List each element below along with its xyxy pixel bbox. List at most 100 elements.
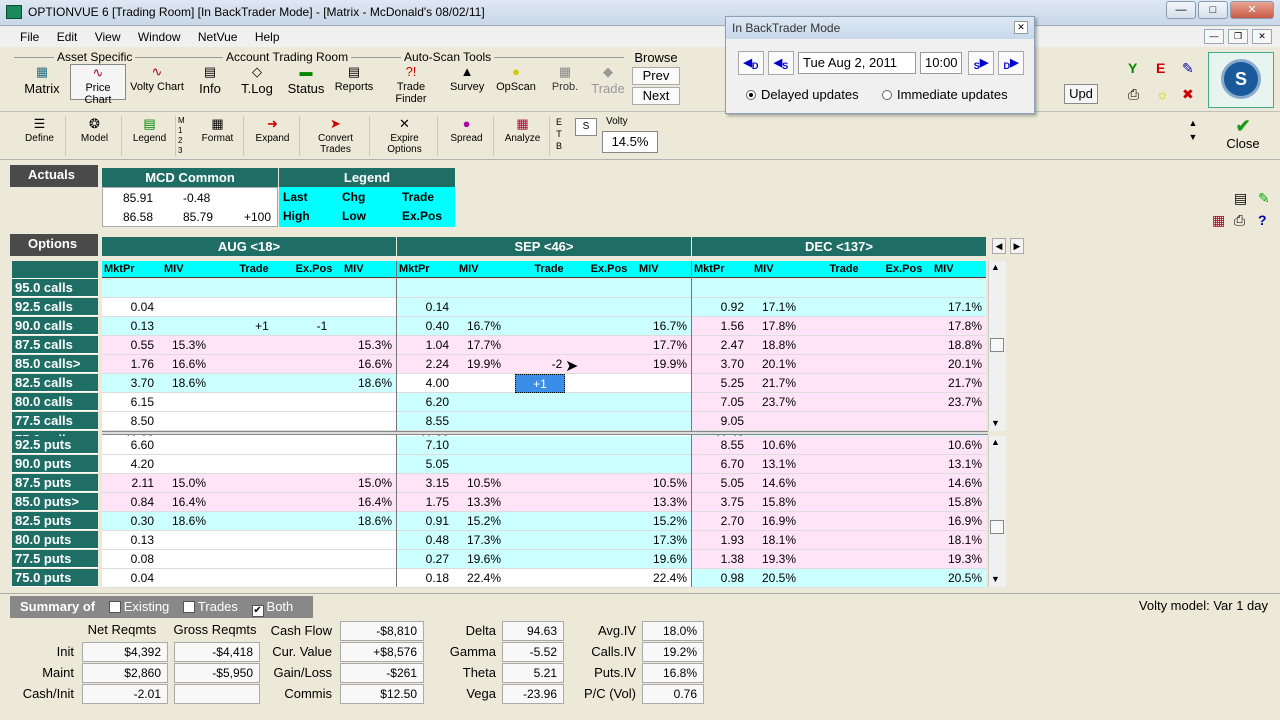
volty-chart-button[interactable]: ∿ Volty Chart <box>129 64 185 100</box>
month-header-aug[interactable]: AUG <18> <box>102 237 396 256</box>
table-cell[interactable] <box>334 412 392 431</box>
existing-checkbox[interactable]: Existing <box>108 599 169 614</box>
table-cell[interactable] <box>172 393 222 412</box>
spread-button[interactable]: ● Spread <box>440 116 494 156</box>
define-button[interactable]: ☰ Define <box>14 116 66 156</box>
table-cell[interactable]: 16.4% <box>172 493 222 512</box>
table-cell[interactable] <box>334 531 392 550</box>
table-cell[interactable]: 18.6% <box>334 374 392 393</box>
table-cell[interactable]: 1.56 <box>692 317 744 336</box>
table-cell[interactable]: 0.18 <box>397 569 449 588</box>
table-cell[interactable]: 10.5% <box>467 474 517 493</box>
table-cell[interactable]: 3.75 <box>692 493 744 512</box>
matrix-button[interactable]: ▦ Matrix <box>20 64 64 100</box>
strike-label[interactable]: 77.5 calls <box>12 412 98 430</box>
table-cell[interactable] <box>527 336 587 355</box>
table-cell[interactable]: 3.15 <box>397 474 449 493</box>
table-cell[interactable] <box>232 298 292 317</box>
table-cell[interactable]: 0.84 <box>102 493 154 512</box>
table-cell[interactable] <box>334 569 392 588</box>
table-cell[interactable] <box>629 393 687 412</box>
backtrader-close-button[interactable]: ✕ <box>1014 21 1028 34</box>
table-cell[interactable] <box>822 317 882 336</box>
table-cell[interactable]: 19.6% <box>629 550 687 569</box>
table-cell[interactable] <box>467 412 517 431</box>
strike-label[interactable]: 80.0 puts <box>12 531 98 549</box>
table-cell[interactable]: 6.20 <box>397 393 449 412</box>
menu-netvue[interactable]: NetVue <box>191 27 245 47</box>
table-cell[interactable]: 6.15 <box>102 393 154 412</box>
mdi-restore-button[interactable]: ❐ <box>1228 29 1248 44</box>
help-icon[interactable]: ? <box>1258 212 1267 228</box>
menu-file[interactable]: File <box>0 27 46 47</box>
table-cell[interactable] <box>629 412 687 431</box>
table-cell[interactable] <box>334 436 392 455</box>
prev-button[interactable]: Prev <box>632 67 680 85</box>
mdi-minimize-button[interactable]: — <box>1204 29 1224 44</box>
month-header-dec[interactable]: DEC <137> <box>692 237 986 256</box>
table-cell[interactable] <box>232 374 292 393</box>
puts-scrollbar[interactable] <box>988 436 1006 587</box>
table-cell[interactable]: 17.3% <box>467 531 517 550</box>
table-cell[interactable]: 15.0% <box>334 474 392 493</box>
edit-icon[interactable]: ✎ <box>1182 60 1198 76</box>
close-button[interactable]: ✔ Close <box>1210 116 1276 158</box>
spin-control[interactable]: ▲ ▼ <box>1184 116 1202 156</box>
table-cell[interactable] <box>172 569 222 588</box>
table-cell[interactable] <box>527 298 587 317</box>
table-cell[interactable]: 16.6% <box>334 355 392 374</box>
table-cell[interactable]: 0.13 <box>102 531 154 550</box>
table-cell[interactable]: 5.05 <box>397 455 449 474</box>
close-window-button[interactable]: ✕ <box>1230 1 1274 19</box>
table-cell[interactable]: 0.04 <box>102 569 154 588</box>
strike-label[interactable]: 92.5 calls <box>12 298 98 316</box>
table-cell[interactable]: 7.10 <box>397 436 449 455</box>
table-cell[interactable]: 1.76 <box>102 355 154 374</box>
table-cell[interactable]: 16.7% <box>467 317 517 336</box>
upd-button[interactable]: Upd <box>1064 84 1098 104</box>
table-cell[interactable] <box>232 412 292 431</box>
table-cell[interactable]: 0.13 <box>102 317 154 336</box>
table-cell[interactable]: 20.5% <box>924 569 982 588</box>
column-header[interactable]: Ex.Pos <box>874 261 934 278</box>
column-header[interactable]: Ex.Pos <box>579 261 639 278</box>
table-cell[interactable]: 18.8% <box>924 336 982 355</box>
table-cell[interactable] <box>822 355 882 374</box>
table-cell[interactable] <box>527 493 587 512</box>
table-cell[interactable] <box>232 279 292 298</box>
menu-edit[interactable]: Edit <box>50 27 85 47</box>
table-cell[interactable] <box>822 531 882 550</box>
table-cell[interactable]: 7.05 <box>692 393 744 412</box>
table-cell[interactable]: 20.5% <box>762 569 812 588</box>
table-cell[interactable]: 17.7% <box>467 336 517 355</box>
table-cell[interactable] <box>822 550 882 569</box>
info-button[interactable]: ▤ Info <box>192 64 228 100</box>
step-forward-button[interactable]: S▶ <box>968 51 994 75</box>
menu-help[interactable]: Help <box>248 27 287 47</box>
table-cell[interactable] <box>629 436 687 455</box>
table-cell[interactable] <box>334 279 392 298</box>
column-header[interactable]: MktPr <box>694 261 754 278</box>
table-cell[interactable]: 2.70 <box>692 512 744 531</box>
table-cell[interactable]: 13.3% <box>629 493 687 512</box>
table-cell[interactable]: 0.04 <box>102 298 154 317</box>
table-cell[interactable] <box>629 298 687 317</box>
table-cell[interactable]: 10.5% <box>629 474 687 493</box>
trade-finder-button[interactable]: ?! Trade Finder <box>382 64 440 105</box>
table-cell[interactable] <box>527 531 587 550</box>
table-cell[interactable] <box>822 436 882 455</box>
strike-label[interactable]: 90.0 calls <box>12 317 98 335</box>
table-cell[interactable]: 18.1% <box>762 531 812 550</box>
table-cell[interactable] <box>232 569 292 588</box>
table-cell[interactable]: 16.9% <box>924 512 982 531</box>
expand-button[interactable]: ➜ Expand <box>246 116 300 156</box>
column-header[interactable]: MktPr <box>104 261 164 278</box>
column-header[interactable]: MIV <box>754 261 814 278</box>
table-cell[interactable]: 17.8% <box>762 317 812 336</box>
table-cell[interactable]: 15.3% <box>172 336 222 355</box>
table-cell[interactable] <box>762 279 812 298</box>
scroll-left-button[interactable]: ◀ <box>992 238 1006 254</box>
table-cell[interactable] <box>232 512 292 531</box>
table-cell[interactable]: 17.3% <box>629 531 687 550</box>
delayed-updates-radio[interactable]: Delayed updates <box>746 87 859 102</box>
